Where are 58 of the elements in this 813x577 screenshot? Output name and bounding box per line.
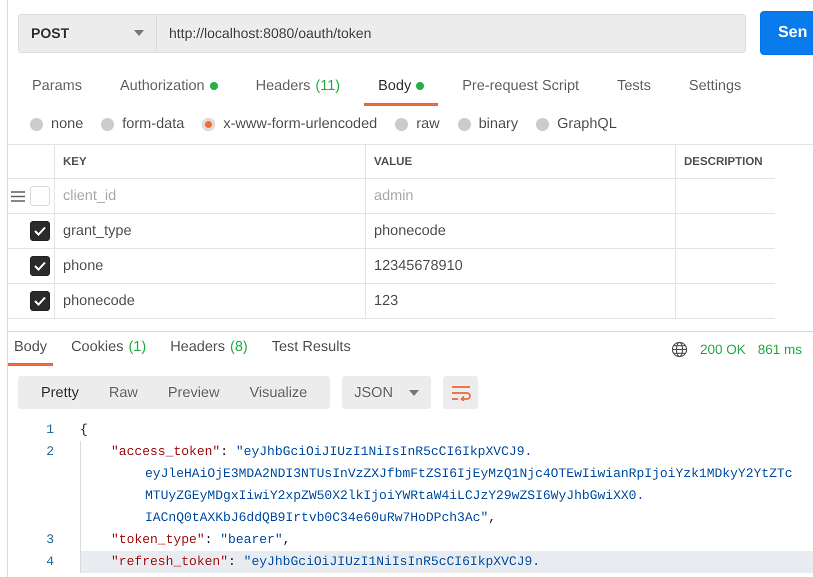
code-line: "access_token": "eyJhbGciOiJIUzI1NiIsInR5cCI6IkpXVCJ9. xyxy=(111,443,532,461)
request-tab[interactable]: Authorization xyxy=(106,70,232,106)
request-tab[interactable]: Params xyxy=(18,70,96,106)
send-button[interactable]: Sen xyxy=(760,11,813,55)
check-icon xyxy=(34,226,46,236)
view-mode-tab[interactable]: Visualize xyxy=(239,376,318,409)
body-type-radio[interactable]: GraphQL xyxy=(536,116,617,132)
view-mode-tab[interactable]: Pretty xyxy=(31,376,89,409)
response-time: 861 ms xyxy=(758,342,802,356)
body-type-radio[interactable]: none xyxy=(30,116,84,132)
caret-icon xyxy=(409,390,420,396)
checkbox[interactable] xyxy=(30,256,50,276)
view-mode-tab[interactable]: Raw xyxy=(98,376,148,409)
status-code: 200 OK xyxy=(700,342,746,356)
body-type-radio[interactable]: form-data xyxy=(101,116,184,132)
table-cell: admin xyxy=(365,179,675,214)
response-tab[interactable]: Test Results xyxy=(266,332,357,366)
line-number: 3 xyxy=(45,531,55,549)
request-tab[interactable]: Headers (11) xyxy=(242,70,354,106)
request-tab[interactable]: Tests xyxy=(603,70,665,106)
line-number: 1 xyxy=(45,421,55,439)
request-tab[interactable]: Settings xyxy=(674,70,756,106)
code-line: { xyxy=(80,421,88,439)
format-dropdown[interactable]: JSON xyxy=(342,376,432,409)
table-cell: phone xyxy=(54,249,365,284)
table-cell: client_id xyxy=(54,179,365,214)
code-line: "refresh_token": "eyJhbGciOiJIUzI1NiIsInR5cCI6IkpXVCJ9. xyxy=(111,553,540,571)
code-line: MTUyZGEyMDgxIiwiY2xpZW50X2lkIjoiYWRtaW4iLCJzY29wZSI6WyJhbGwiXX0. xyxy=(144,487,644,505)
table-cell: phonecode xyxy=(54,284,365,319)
checkbox[interactable] xyxy=(30,221,50,241)
request-tab[interactable]: Pre-request Script xyxy=(448,70,594,106)
column-header: VALUE xyxy=(365,145,675,179)
body-type-radio[interactable]: raw xyxy=(395,116,440,132)
response-tab[interactable]: Cookies (1) xyxy=(65,332,152,366)
table-cell: 123 xyxy=(365,284,675,319)
response-tab[interactable]: Headers (8) xyxy=(164,332,254,366)
check-icon xyxy=(34,296,46,306)
table-cell: 12345678910 xyxy=(365,249,675,284)
code-line: eyJleHAiOjE3MDA2NDI3NTUsInVzZXJfbmFtZSI6IjEyMzQ1Njc4OTEwIiwianRpIjoiYzk1MDkyY2YtZTc xyxy=(144,465,793,483)
column-header: KEY xyxy=(54,145,365,179)
table-cell: grant_type xyxy=(54,214,365,249)
checkbox[interactable] xyxy=(30,291,50,311)
code-line: "token_type": "bearer", xyxy=(111,531,290,549)
wrap-icon xyxy=(450,384,471,400)
view-mode-tab[interactable]: Preview xyxy=(158,376,230,409)
table-cell: phonecode xyxy=(365,214,675,249)
body-type-radio[interactable]: binary xyxy=(458,116,518,132)
line-number: 4 xyxy=(45,553,55,571)
column-header: DESCRIPTION xyxy=(675,145,775,179)
body-type-radio[interactable]: x-www-form-urlencoded xyxy=(202,116,378,132)
request-tab[interactable]: Body xyxy=(364,70,438,106)
code-line: IACnQ0tAXKbJ6ddQB9Irtvb0C34e60uRw7HoDPch3Ac", xyxy=(144,509,496,527)
response-tab[interactable]: Body xyxy=(8,332,54,366)
drag-handle-icon[interactable] xyxy=(11,190,25,202)
globe-icon[interactable] xyxy=(670,340,688,358)
wrap-lines-button[interactable] xyxy=(443,376,478,409)
line-number: 2 xyxy=(45,443,55,461)
check-icon xyxy=(34,261,46,271)
